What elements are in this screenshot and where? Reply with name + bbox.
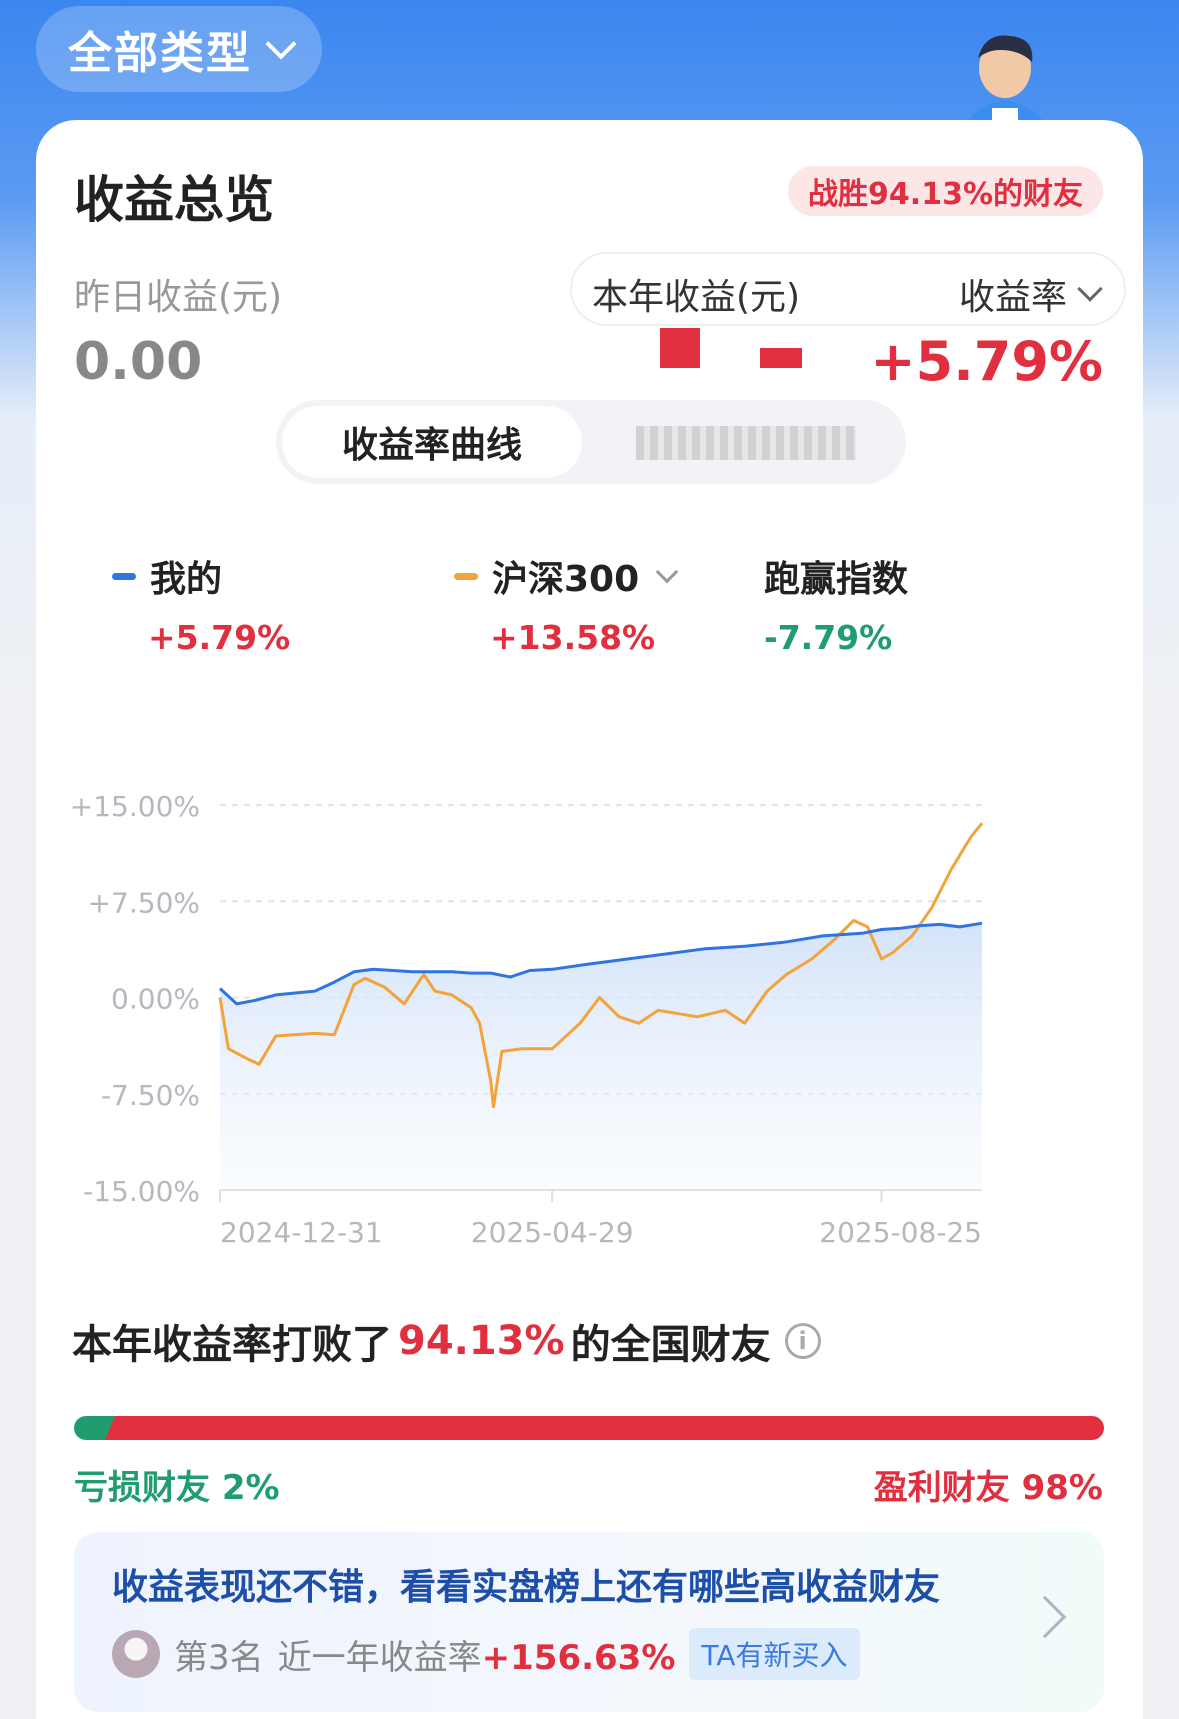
chevron-right-icon [1023,1595,1067,1639]
beat-statement: 本年收益率打败了 94.13% 的全国财友 i [72,1312,821,1370]
chevron-down-icon [1077,276,1103,302]
promo-detail: 第3名 近一年收益率+156.63% TA有新买入 [112,1628,860,1680]
promo-title: 收益表现还不错，看看实盘榜上还有哪些高收益财友 [112,1567,941,1608]
rate-selector[interactable]: 收益率 [958,268,1103,320]
rate-value: +5.79% [870,330,1103,393]
tab-obscured[interactable] [636,426,856,460]
x-tick-label: 2025-08-25 [819,1216,982,1249]
type-selector[interactable]: 全部类型 [36,6,322,92]
leaderboard-promo[interactable]: 收益表现还不错，看看实盘榜上还有哪些高收益财友 第3名 近一年收益率+156.6… [74,1532,1104,1712]
x-tick-label: 2024-12-31 [220,1216,383,1249]
loss-label: 亏损财友 2% [74,1468,280,1508]
beat-suffix: 的全国财友 [570,1322,771,1368]
chevron-down-icon [655,560,679,584]
y-tick-label: -15.00% [83,1175,200,1208]
gain-share-bar [104,1416,1104,1440]
legend-mine-swatch [112,572,136,580]
beat-badge: 战胜94.13%的财友 [788,166,1103,216]
return-chart: +15.00% +7.50% 0.00% -7.50% -15.00% 2024-12-3… [70,790,984,1249]
yesterday-value: 0.00 [74,332,203,392]
promo-tag: TA有新买入 [689,1628,860,1680]
y-tick-label: 0.00% [111,983,200,1016]
avatar [112,1630,160,1678]
y-tick-label: +7.50% [88,886,200,919]
promo-period: 近一年收益率 [277,1637,482,1678]
tab-return-curve[interactable]: 收益率曲线 [282,406,582,478]
x-tick-label: 2025-04-29 [471,1216,634,1249]
privacy-mask [760,348,802,368]
beat-percent: 94.13% [398,1318,565,1364]
page-title: 收益总览 [74,171,274,229]
promo-rank: 第3名 [174,1637,264,1678]
yesterday-label: 昨日收益(元) [74,277,283,318]
y-tick-label: +15.00% [70,790,200,823]
legend-mine: 我的 +5.79% [112,550,290,657]
legend-index-swatch [454,572,478,580]
distribution-bar [74,1416,1104,1440]
y-tick-label: -7.50% [101,1079,200,1112]
gain-label: 盈利财友 98% [873,1468,1103,1508]
legend-mine-name: 我的 [150,559,223,600]
legend-index[interactable]: 沪深300 +13.58% [454,550,679,657]
beat-prefix: 本年收益率打败了 [72,1322,392,1368]
rate-selector-label: 收益率 [958,277,1067,318]
info-icon[interactable]: i [784,1323,821,1359]
legend-excess-name: 跑赢指数 [764,559,909,600]
privacy-mask [660,328,700,368]
legend-index-name: 沪深300 [492,559,640,600]
summary-card: 收益总览 战胜94.13%的财友 昨日收益(元) 0.00 本年收益(元) 收益… [36,120,1143,1719]
chevron-down-icon [265,28,297,60]
promo-return: +156.63% [481,1637,676,1678]
type-selector-label: 全部类型 [68,28,252,79]
legend-excess: 跑赢指数 -7.79% [764,550,908,657]
year-income-label: 本年收益(元) [592,277,801,318]
